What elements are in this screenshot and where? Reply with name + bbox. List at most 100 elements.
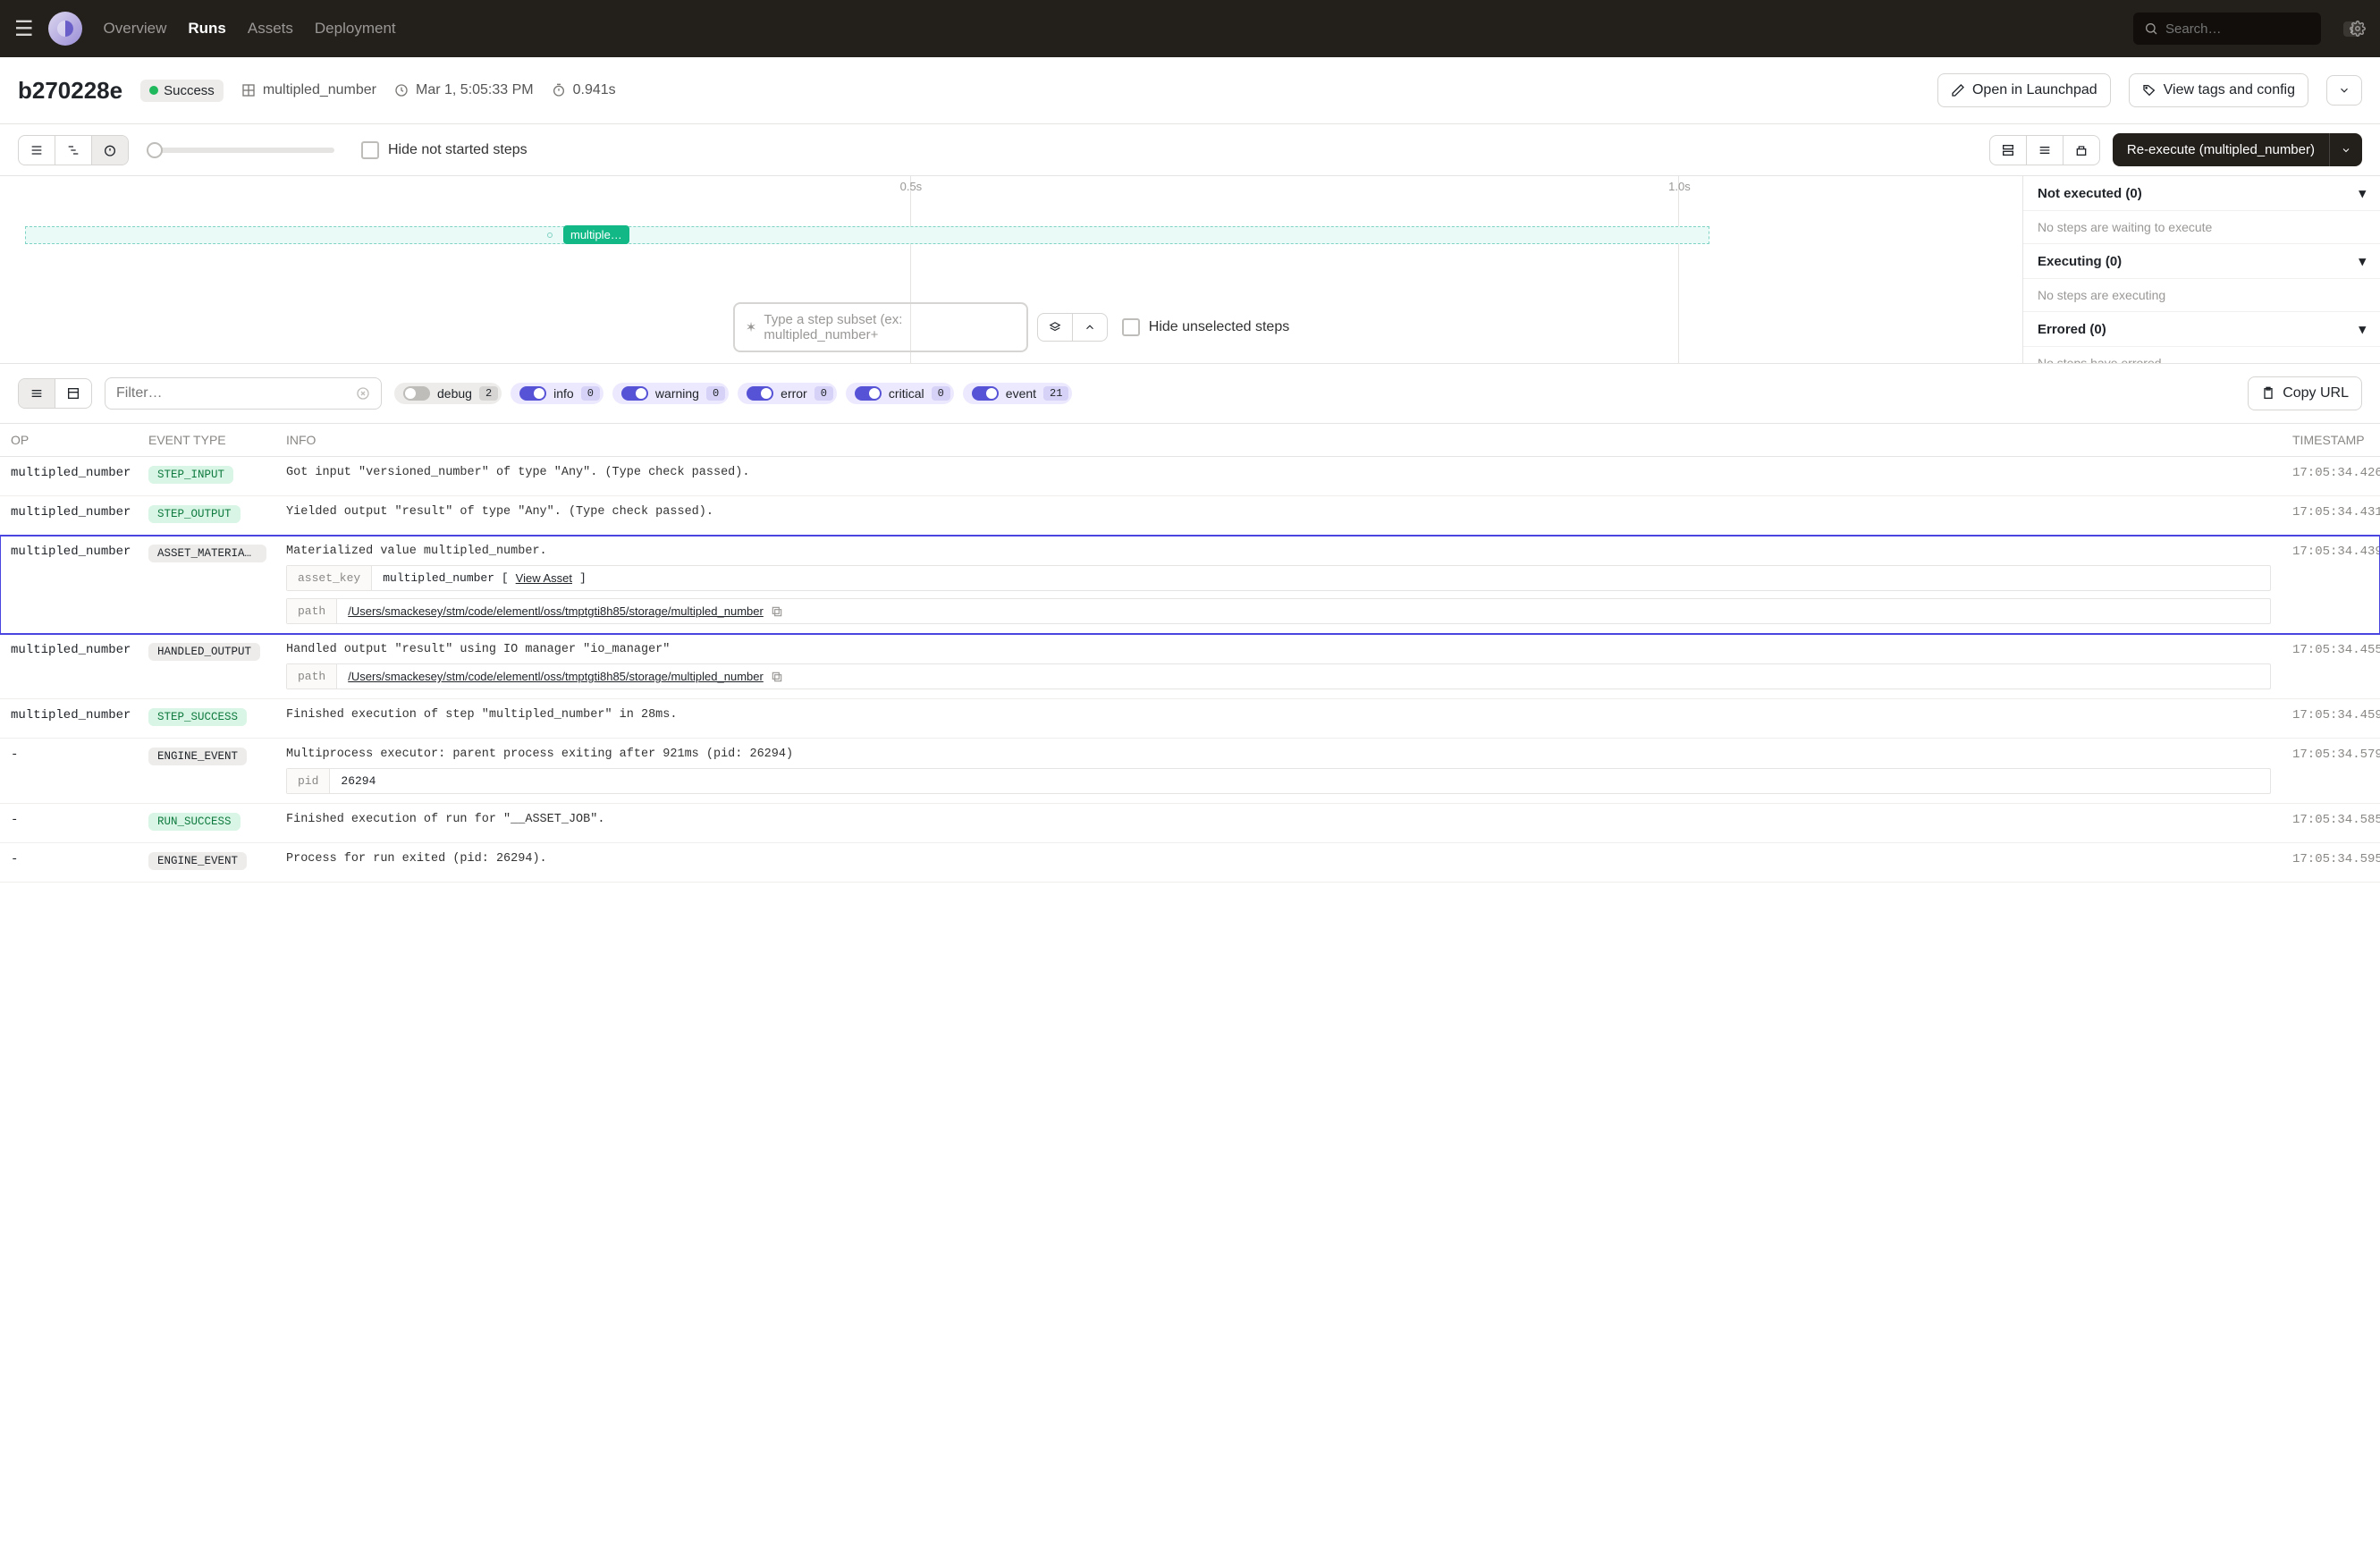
caret-down-icon: ▾ <box>2359 253 2366 269</box>
layout-group <box>1989 135 2100 165</box>
clear-filter-icon[interactable] <box>356 386 370 401</box>
log-row[interactable]: multipled_numberSTEP_INPUTGot input "ver… <box>0 457 2380 496</box>
meta-link[interactable]: View Asset <box>516 571 572 585</box>
log-type: ASSET_MATERIALIZAT… <box>138 536 275 634</box>
toggle-error[interactable] <box>747 386 773 401</box>
gantt-area: 0.5s 1.0s multiple… ✶ Type a step subset… <box>0 176 2380 364</box>
run-time-text: Mar 1, 5:05:33 PM <box>416 82 534 98</box>
search-box[interactable]: / <box>2133 13 2321 45</box>
step-subset-input[interactable]: ✶ Type a step subset (ex: multipled_numb… <box>733 302 1028 352</box>
log-list-view-button[interactable] <box>19 379 55 408</box>
log-filter-bar: debug2 info0 warning0 error0 critical0 event2… <box>0 364 2380 424</box>
open-launchpad-button[interactable]: Open in Launchpad <box>1937 73 2111 107</box>
status-section-body: No steps have errored <box>2023 347 2380 363</box>
nav-link-assets[interactable]: Assets <box>248 20 293 38</box>
stopwatch-icon <box>552 83 566 97</box>
layout-2-button[interactable] <box>2027 136 2064 165</box>
meta-link[interactable]: /Users/smackesey/stm/code/elementl/oss/t… <box>348 604 764 618</box>
meta-key: path <box>287 599 337 623</box>
toggle-event[interactable] <box>972 386 999 401</box>
log-op: multipled_number <box>0 634 138 699</box>
search-input[interactable] <box>2165 21 2343 37</box>
copy-icon[interactable] <box>771 671 783 683</box>
status-section-header[interactable]: Errored (0)▾ <box>2023 312 2380 347</box>
log-op: multipled_number <box>0 536 138 634</box>
gantt-chart[interactable]: 0.5s 1.0s multiple… ✶ Type a step subset… <box>0 176 2022 363</box>
log-row[interactable]: multipled_numberSTEP_OUTPUTYielded outpu… <box>0 496 2380 536</box>
asset-link[interactable]: multipled_number <box>241 82 376 98</box>
log-row[interactable]: -RUN_SUCCESSFinished execution of run fo… <box>0 804 2380 843</box>
nav-link-runs[interactable]: Runs <box>188 20 226 38</box>
level-pill-warning[interactable]: warning0 <box>612 383 729 404</box>
toggle-info[interactable] <box>519 386 546 401</box>
toggle-warning[interactable] <box>621 386 648 401</box>
log-timestamp: 17:05:34.426 <box>2282 457 2380 496</box>
copy-icon[interactable] <box>771 605 783 618</box>
status-section-header[interactable]: Not executed (0)▾ <box>2023 176 2380 211</box>
status-section-header[interactable]: Executing (0)▾ <box>2023 244 2380 279</box>
log-filter-input[interactable] <box>116 385 349 401</box>
level-pill-critical[interactable]: critical0 <box>846 383 954 404</box>
view-tags-button[interactable]: View tags and config <box>2129 73 2308 107</box>
tick-label: 1.0s <box>1668 180 1691 193</box>
pencil-icon <box>1951 83 1965 97</box>
layout-3-button[interactable] <box>2064 136 2099 165</box>
view-time-button[interactable] <box>92 136 128 165</box>
log-timestamp: 17:05:34.585 <box>2282 804 2380 843</box>
meta-link[interactable]: /Users/smackesey/stm/code/elementl/oss/t… <box>348 670 764 683</box>
run-time: Mar 1, 5:05:33 PM <box>394 82 534 98</box>
log-row[interactable]: -ENGINE_EVENTProcess for run exited (pid… <box>0 843 2380 883</box>
log-row[interactable]: multipled_numberSTEP_SUCCESSFinished exe… <box>0 699 2380 739</box>
search-icon <box>2144 21 2158 36</box>
log-op: - <box>0 804 138 843</box>
log-type: ENGINE_EVENT <box>138 843 275 883</box>
slider-knob[interactable] <box>147 142 163 158</box>
collapse-up-button[interactable] <box>1073 314 1107 341</box>
meta-box: pid26294 <box>286 768 2271 794</box>
zoom-slider[interactable] <box>147 148 334 153</box>
reexecute-caret[interactable] <box>2329 133 2362 166</box>
toggle-debug[interactable] <box>403 386 430 401</box>
view-flat-button[interactable] <box>19 136 55 165</box>
log-raw-view-button[interactable] <box>55 379 91 408</box>
copy-url-button[interactable]: Copy URL <box>2248 376 2362 410</box>
view-mode-group <box>18 135 129 165</box>
log-timestamp: 17:05:34.579 <box>2282 739 2380 804</box>
toggle-critical[interactable] <box>855 386 882 401</box>
run-duration-text: 0.941s <box>573 82 616 98</box>
log-filter-input-wrap[interactable] <box>105 377 382 410</box>
top-nav: ☰ Overview Runs Assets Deployment / <box>0 0 2380 57</box>
gantt-step-chip[interactable]: multiple… <box>563 225 629 244</box>
menu-icon[interactable]: ☰ <box>14 16 34 42</box>
level-pill-event[interactable]: event21 <box>963 383 1073 404</box>
level-pill-debug[interactable]: debug2 <box>394 383 502 404</box>
log-row[interactable]: multipled_numberHANDLED_OUTPUTHandled ou… <box>0 634 2380 699</box>
gantt-step-bar[interactable] <box>25 226 1709 246</box>
meta-box: asset_keymultipled_number [View Asset] <box>286 565 2271 591</box>
layers-button[interactable] <box>1038 314 1073 341</box>
status-section-body: No steps are executing <box>2023 279 2380 312</box>
meta-key: asset_key <box>287 566 372 590</box>
header-more-button[interactable] <box>2326 75 2362 106</box>
view-waterfall-button[interactable] <box>55 136 92 165</box>
layout-1-button[interactable] <box>1990 136 2027 165</box>
tag-icon <box>2142 83 2156 97</box>
log-info: Finished execution of step "multipled_nu… <box>275 699 2282 739</box>
log-type: STEP_INPUT <box>138 457 275 496</box>
logo-icon[interactable] <box>48 12 82 46</box>
nav-link-deployment[interactable]: Deployment <box>315 20 396 38</box>
level-pill-error[interactable]: error0 <box>738 383 837 404</box>
log-type: RUN_SUCCESS <box>138 804 275 843</box>
hide-not-started-checkbox[interactable] <box>361 141 379 159</box>
log-row[interactable]: -ENGINE_EVENTMultiprocess executor: pare… <box>0 739 2380 804</box>
log-op: - <box>0 739 138 804</box>
level-pill-info[interactable]: info0 <box>511 383 603 404</box>
log-row[interactable]: multipled_numberASSET_MATERIALIZAT…Mater… <box>0 536 2380 634</box>
asset-name: multipled_number <box>263 82 376 98</box>
settings-icon[interactable] <box>2350 21 2366 37</box>
meta-val: 26294 <box>330 769 2270 793</box>
log-type: STEP_SUCCESS <box>138 699 275 739</box>
reexecute-button[interactable]: Re-execute (multipled_number) <box>2113 133 2329 166</box>
nav-link-overview[interactable]: Overview <box>104 20 167 38</box>
hide-unselected-checkbox[interactable] <box>1122 318 1140 336</box>
